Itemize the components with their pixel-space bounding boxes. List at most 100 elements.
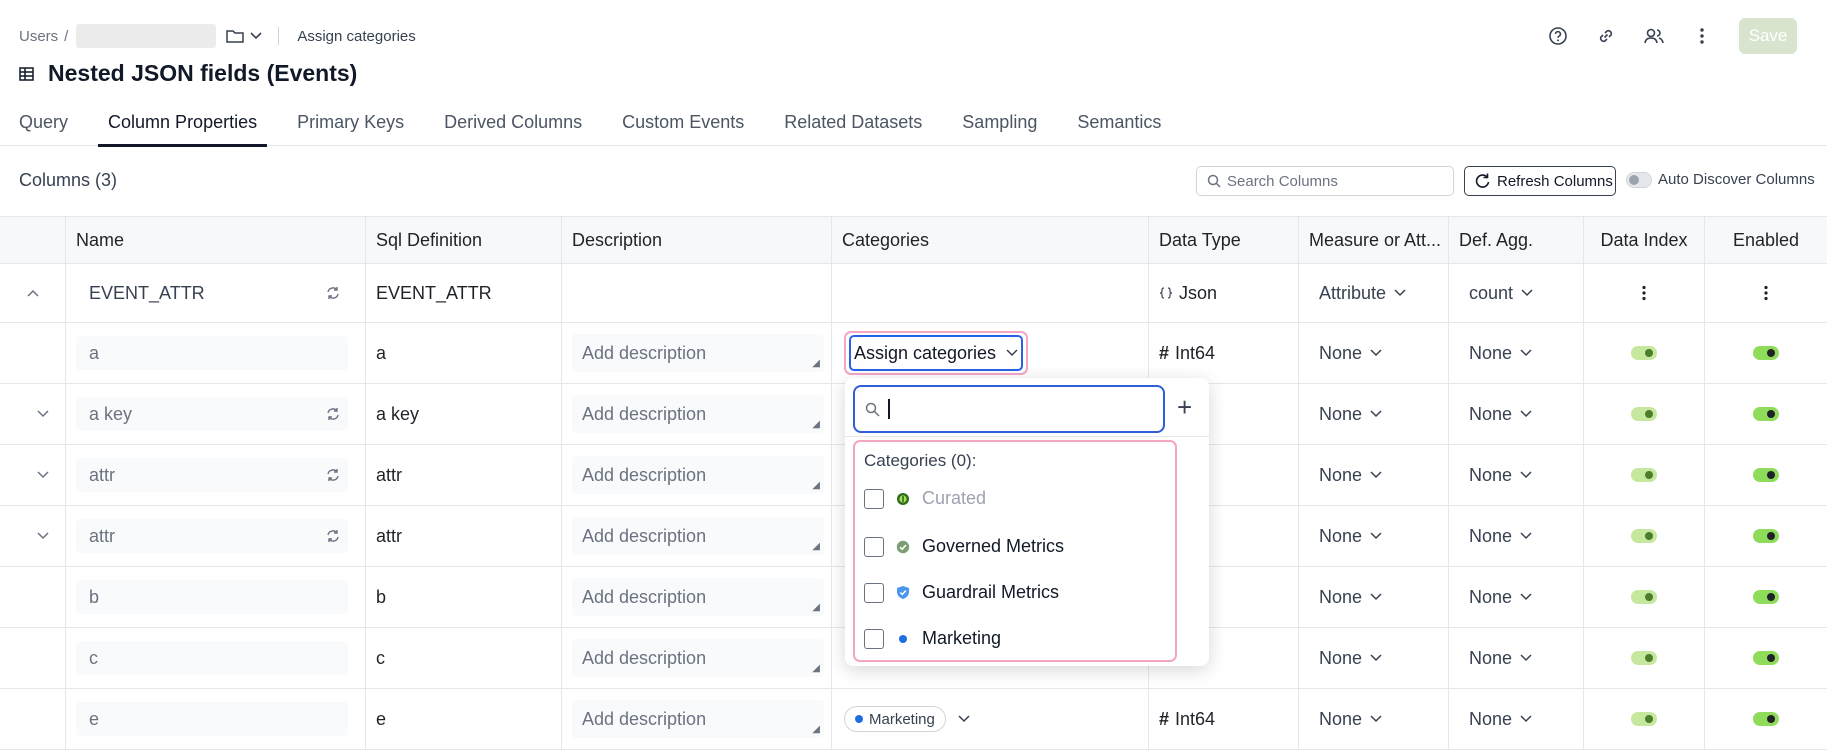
category-item-governed-metrics[interactable]: Governed Metrics [864,536,1064,557]
category-search-input[interactable] [853,385,1165,433]
category-tag[interactable]: Marketing [844,706,946,732]
header-categories[interactable]: Categories [832,217,1149,263]
column-name-input[interactable]: attr [76,458,348,492]
tab-related-datasets[interactable]: Related Datasets [784,108,922,146]
collapse-toggle[interactable] [0,264,66,322]
category-checkbox[interactable] [864,628,884,649]
breadcrumb-root[interactable]: Users [19,28,58,45]
enabled-toggle[interactable] [1753,346,1779,360]
measure-select[interactable]: None [1309,526,1382,547]
header-data-type[interactable]: Data Type [1149,217,1299,263]
tab-primary-keys[interactable]: Primary Keys [297,108,404,146]
column-name-input[interactable]: attr [76,519,348,553]
measure-select[interactable]: None [1309,587,1382,608]
header-measure[interactable]: Measure or Att... [1299,217,1449,263]
share-button[interactable] [1637,19,1671,53]
column-name-input[interactable]: a [76,336,348,370]
data-index-toggle[interactable] [1631,346,1657,360]
assign-categories-button[interactable]: Assign categories [849,335,1023,371]
tab-sampling[interactable]: Sampling [962,108,1037,146]
header-description[interactable]: Description [562,217,832,263]
column-name-input[interactable]: c [76,641,348,675]
data-index-toggle[interactable] [1631,468,1657,482]
expand-toggle[interactable] [0,506,66,566]
resize-grip-icon[interactable]: ◢ [812,724,820,735]
agg-select[interactable]: None [1459,404,1532,425]
auto-discover-toggle[interactable] [1626,171,1652,188]
column-name-input[interactable]: EVENT_ATTR [76,276,348,310]
description-input[interactable]: Add description ◢ [572,456,824,494]
agg-select[interactable]: None [1459,526,1532,547]
tab-derived-columns[interactable]: Derived Columns [444,108,582,146]
resize-grip-icon[interactable]: ◢ [812,480,820,491]
add-category-button[interactable]: + [1177,394,1192,420]
column-name-input[interactable]: b [76,580,348,614]
tab-column-properties[interactable]: Column Properties [98,108,268,147]
category-checkbox[interactable] [864,582,884,603]
agg-select[interactable]: None [1459,648,1532,669]
agg-select[interactable]: None [1459,709,1532,730]
category-checkbox[interactable] [864,488,884,509]
kebab-icon[interactable] [1641,285,1647,301]
header-enabled[interactable]: Enabled [1705,217,1827,263]
enabled-toggle[interactable] [1753,712,1779,726]
copy-link-button[interactable] [1589,19,1623,53]
refresh-columns-button[interactable]: Refresh Columns [1464,166,1616,196]
data-index-toggle[interactable] [1631,590,1657,604]
search-columns-input[interactable]: Search Columns [1196,166,1454,196]
header-name[interactable]: Name [66,217,366,263]
kebab-icon[interactable] [1763,285,1769,301]
chevron-down-icon[interactable] [958,715,970,723]
help-button[interactable] [1541,19,1575,53]
header-sql[interactable]: Sql Definition [366,217,562,263]
agg-select[interactable]: None [1459,343,1532,364]
category-item-marketing[interactable]: Marketing [864,628,1001,649]
data-index-toggle[interactable] [1631,712,1657,726]
folder-picker[interactable] [226,28,262,44]
resize-grip-icon[interactable]: ◢ [812,358,820,369]
measure-select[interactable]: None [1309,404,1382,425]
auto-discover-columns[interactable]: Auto Discover Columns [1626,171,1815,188]
category-item-curated[interactable]: Curated [864,488,986,509]
category-checkbox[interactable] [864,536,884,557]
category-item-guardrail-metrics[interactable]: Guardrail Metrics [864,582,1059,603]
agg-select[interactable]: None [1459,465,1532,486]
description-input[interactable]: Add description ◢ [572,395,824,433]
measure-select[interactable]: None [1309,648,1382,669]
description-input[interactable]: Add description ◢ [572,578,824,616]
tab-semantics[interactable]: Semantics [1077,108,1161,146]
breadcrumb-redacted-user[interactable] [76,24,217,48]
agg-select[interactable]: count [1459,283,1533,304]
enabled-toggle[interactable] [1753,529,1779,543]
description-input[interactable]: Add description ◢ [572,639,824,677]
header-def-agg[interactable]: Def. Agg. [1449,217,1584,263]
enabled-toggle[interactable] [1753,468,1779,482]
more-menu-button[interactable] [1685,19,1719,53]
measure-select[interactable]: None [1309,343,1382,364]
measure-select[interactable]: None [1309,465,1382,486]
data-index-toggle[interactable] [1631,407,1657,421]
save-button[interactable]: Save [1739,18,1797,54]
enabled-toggle[interactable] [1753,651,1779,665]
enabled-toggle[interactable] [1753,407,1779,421]
description-input[interactable]: Add description ◢ [572,700,824,738]
agg-select[interactable]: None [1459,587,1532,608]
resize-grip-icon[interactable]: ◢ [812,663,820,674]
tab-custom-events[interactable]: Custom Events [622,108,744,146]
column-name-input[interactable]: a key [76,397,348,431]
enabled-toggle[interactable] [1753,590,1779,604]
measure-select[interactable]: Attribute [1309,283,1406,304]
data-index-toggle[interactable] [1631,651,1657,665]
description-input[interactable]: Add description ◢ [572,517,824,555]
resize-grip-icon[interactable]: ◢ [812,541,820,552]
measure-select[interactable]: None [1309,709,1382,730]
description-input[interactable]: Add description ◢ [572,334,824,372]
header-data-index[interactable]: Data Index [1584,217,1705,263]
expand-toggle[interactable] [0,445,66,505]
resize-grip-icon[interactable]: ◢ [812,602,820,613]
expand-toggle[interactable] [0,384,66,444]
column-name-input[interactable]: e [76,702,348,736]
resize-grip-icon[interactable]: ◢ [812,419,820,430]
data-index-toggle[interactable] [1631,529,1657,543]
tab-query[interactable]: Query [19,108,68,146]
